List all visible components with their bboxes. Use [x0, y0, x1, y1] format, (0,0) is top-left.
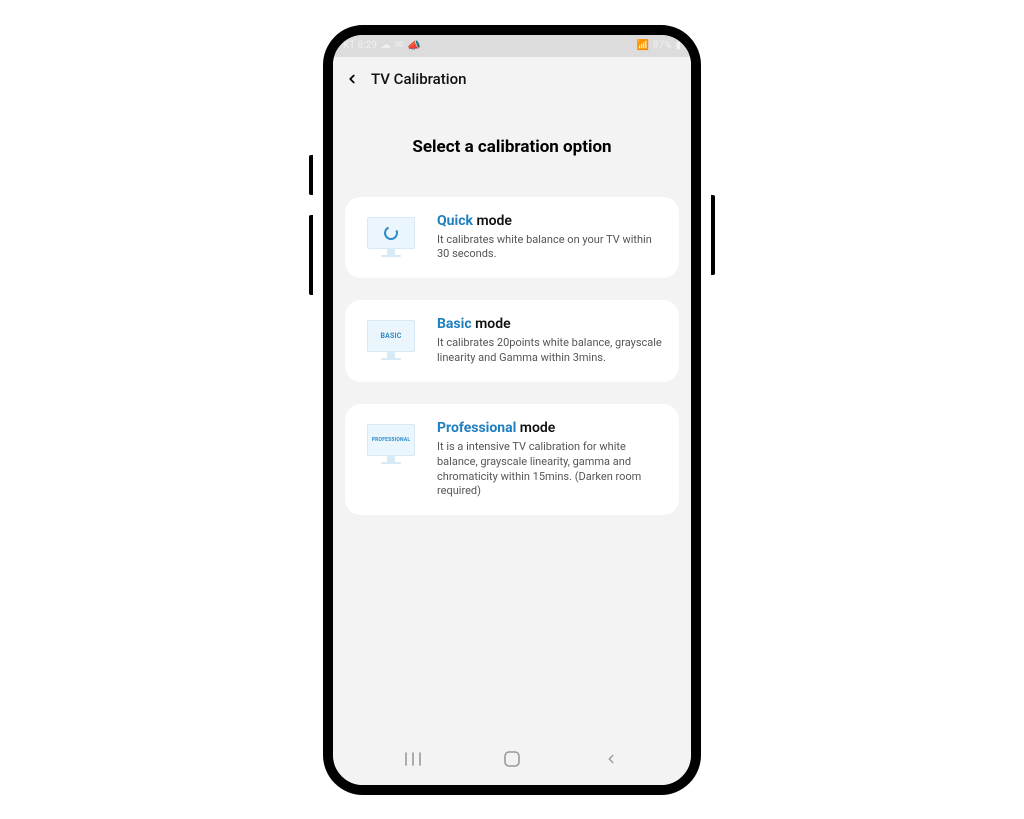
monitor-icon: PROFESSIONAL — [361, 420, 421, 499]
status-time: KT 8:29 — [343, 40, 377, 51]
page-heading: Select a calibration option — [345, 137, 679, 157]
option-title: Basic mode — [437, 316, 663, 332]
notification-icon: 📣 — [407, 39, 421, 52]
option-desc: It calibrates 20points white balance, gr… — [437, 336, 663, 366]
wifi-icon: 📶 — [636, 40, 648, 51]
sync-icon — [382, 224, 400, 242]
recent-apps-button[interactable] — [383, 739, 443, 779]
back-button[interactable] — [341, 68, 363, 90]
android-nav-bar — [333, 733, 691, 785]
phone-frame: KT 8:29 ☁ ✉ 📣 📶 87% ▮ TV Calibration Sel… — [323, 25, 701, 795]
option-quick[interactable]: Quick mode It calibrates white balance o… — [345, 197, 679, 279]
monitor-icon — [361, 213, 421, 263]
app-title: TV Calibration — [371, 70, 466, 88]
option-title: Professional mode — [437, 420, 663, 436]
option-desc: It calibrates white balance on your TV w… — [437, 233, 663, 263]
option-basic[interactable]: BASIC Basic mode It calibrates 20points … — [345, 300, 679, 382]
option-title: Quick mode — [437, 213, 663, 229]
monitor-icon: BASIC — [361, 316, 421, 366]
back-nav-button[interactable] — [581, 739, 641, 779]
option-professional[interactable]: PROFESSIONAL Professional mode It is a i… — [345, 404, 679, 515]
home-button[interactable] — [482, 739, 542, 779]
battery-text: 87% — [653, 40, 672, 51]
status-bar: KT 8:29 ☁ ✉ 📣 📶 87% ▮ — [333, 35, 691, 57]
content-area: Select a calibration option Quick mode I… — [333, 101, 691, 733]
option-desc: It is a intensive TV calibration for whi… — [437, 440, 663, 499]
battery-icon: ▮ — [675, 40, 681, 51]
app-bar: TV Calibration — [333, 57, 691, 101]
